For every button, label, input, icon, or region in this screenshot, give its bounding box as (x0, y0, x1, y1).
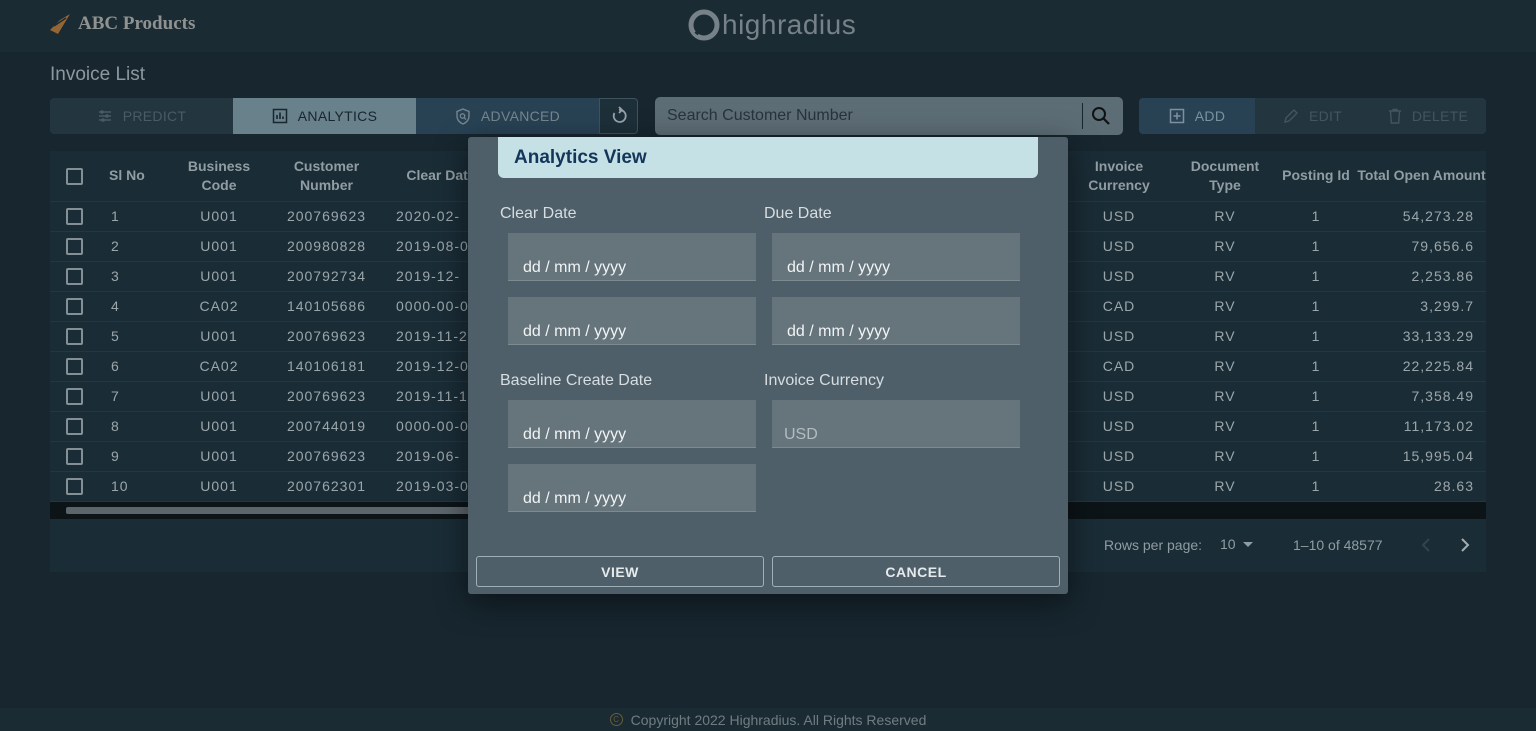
invoice-currency-field (772, 400, 1020, 448)
clear-date-from-input[interactable] (508, 233, 756, 280)
invoice-currency-input[interactable] (772, 400, 1020, 447)
view-button[interactable]: VIEW (476, 556, 764, 587)
due-date-to-input[interactable] (772, 297, 1020, 344)
due-date-from-input[interactable] (772, 233, 1020, 280)
invoice-currency-label: Invoice Currency (764, 372, 885, 389)
baseline-date-from-field (508, 400, 756, 448)
due-date-to-field (772, 297, 1020, 345)
baseline-date-to-input[interactable] (508, 464, 756, 511)
cancel-button[interactable]: CANCEL (772, 556, 1060, 587)
clear-date-label: Clear Date (500, 205, 577, 222)
baseline-date-to-field (508, 464, 756, 512)
due-date-from-field (772, 233, 1020, 281)
due-date-label: Due Date (764, 205, 832, 222)
clear-date-from-field (508, 233, 756, 281)
baseline-create-date-label: Baseline Create Date (500, 372, 653, 389)
dialog-header: Analytics View (498, 137, 1038, 178)
dialog-title: Analytics View (514, 146, 647, 168)
clear-date-to-input[interactable] (508, 297, 756, 344)
analytics-view-dialog: Analytics View Clear Date Due Date Basel… (468, 137, 1068, 594)
clear-date-to-field (508, 297, 756, 345)
baseline-date-from-input[interactable] (508, 400, 756, 447)
